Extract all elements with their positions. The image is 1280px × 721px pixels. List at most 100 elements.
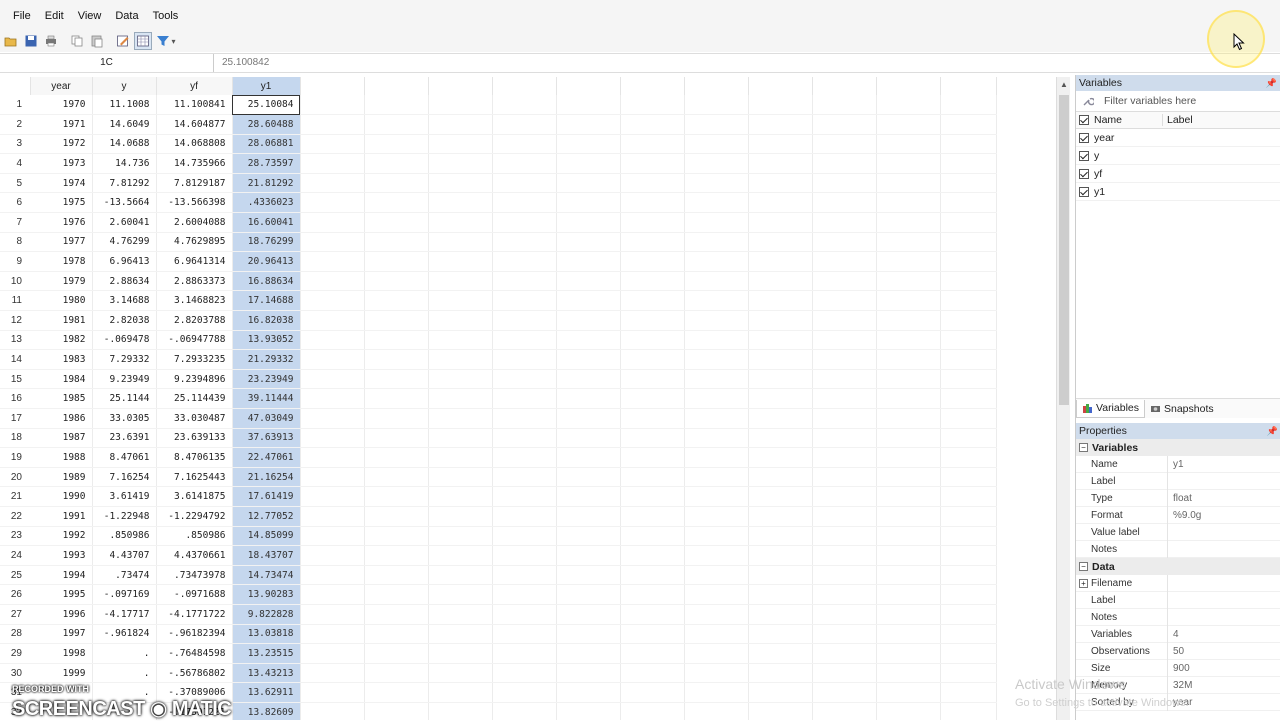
- cell-yf[interactable]: 4.4370661: [156, 545, 233, 566]
- empty-cell[interactable]: [620, 506, 685, 527]
- empty-cell[interactable]: [364, 447, 429, 468]
- cell-yf[interactable]: 23.639133: [156, 428, 233, 449]
- empty-cell[interactable]: [300, 447, 365, 468]
- empty-cell[interactable]: [748, 388, 813, 409]
- cell-year[interactable]: 1986: [30, 408, 93, 429]
- empty-cell[interactable]: [940, 447, 997, 468]
- cell-y[interactable]: -.097169: [92, 584, 157, 605]
- cell-year[interactable]: 1984: [30, 369, 93, 390]
- empty-cell[interactable]: [876, 526, 941, 547]
- cell-y1[interactable]: 39.11444: [232, 388, 301, 409]
- property-row[interactable]: Size 900: [1076, 659, 1280, 677]
- empty-cell[interactable]: [620, 447, 685, 468]
- empty-cell[interactable]: [364, 624, 429, 645]
- cell-y[interactable]: .: [92, 643, 157, 664]
- empty-cell[interactable]: [364, 584, 429, 605]
- empty-cell[interactable]: [684, 447, 749, 468]
- empty-cell[interactable]: [620, 408, 685, 429]
- cell-y1[interactable]: 17.61419: [232, 486, 301, 507]
- empty-cell[interactable]: [748, 526, 813, 547]
- empty-cell[interactable]: [876, 682, 941, 703]
- empty-cell[interactable]: [684, 702, 749, 720]
- cell-y1[interactable]: 13.93052: [232, 330, 301, 351]
- cell-year[interactable]: 1974: [30, 173, 93, 194]
- table-row[interactable]: 12 1981 2.82038 2.8203788 16.82038: [0, 310, 997, 331]
- empty-cell[interactable]: [300, 545, 365, 566]
- empty-cell[interactable]: [364, 467, 429, 488]
- empty-cell[interactable]: [748, 565, 813, 586]
- cell-yf[interactable]: 6.9641314: [156, 251, 233, 272]
- empty-cell[interactable]: [876, 114, 941, 135]
- empty-cell[interactable]: [684, 114, 749, 135]
- cell-y[interactable]: 23.6391: [92, 428, 157, 449]
- empty-cell[interactable]: [812, 232, 877, 253]
- empty-cell[interactable]: [556, 526, 621, 547]
- property-row[interactable]: Label: [1076, 591, 1280, 609]
- empty-cell[interactable]: [300, 682, 365, 703]
- empty-cell[interactable]: [556, 604, 621, 625]
- empty-cell[interactable]: [492, 702, 557, 720]
- empty-cell[interactable]: [620, 467, 685, 488]
- empty-cell[interactable]: [492, 663, 557, 684]
- empty-cell[interactable]: [748, 349, 813, 370]
- property-row[interactable]: Label: [1076, 472, 1280, 490]
- table-row[interactable]: 5 1974 7.81292 7.8129187 21.81292: [0, 173, 997, 194]
- empty-cell[interactable]: [364, 506, 429, 527]
- pin-icon[interactable]: 📌: [1266, 75, 1277, 91]
- empty-cell[interactable]: [876, 271, 941, 292]
- variable-checkbox[interactable]: [1079, 132, 1089, 143]
- empty-cell[interactable]: [876, 330, 941, 351]
- property-row[interactable]: Name y1: [1076, 455, 1280, 473]
- empty-cell[interactable]: [556, 428, 621, 449]
- empty-cell[interactable]: [876, 604, 941, 625]
- cell-value-field[interactable]: 25.100842: [218, 54, 1068, 72]
- menu-file[interactable]: File: [6, 0, 38, 32]
- empty-cell[interactable]: [748, 95, 813, 116]
- empty-cell[interactable]: [556, 153, 621, 174]
- label-column-header[interactable]: Label: [1162, 114, 1193, 126]
- cell-yf[interactable]: 11.100841: [156, 95, 233, 116]
- empty-cell[interactable]: [428, 624, 493, 645]
- cell-year[interactable]: 1994: [30, 565, 93, 586]
- empty-cell[interactable]: [556, 624, 621, 645]
- empty-cell[interactable]: [812, 388, 877, 409]
- table-row[interactable]: 22 1991 -1.22948 -1.2294792 12.77052: [0, 506, 997, 527]
- empty-cell[interactable]: [300, 584, 365, 605]
- empty-cell[interactable]: [940, 290, 997, 312]
- empty-cell[interactable]: [940, 271, 997, 292]
- empty-cell[interactable]: [620, 290, 685, 312]
- cell-y1[interactable]: 16.82038: [232, 310, 301, 331]
- empty-cell[interactable]: [684, 134, 749, 155]
- properties-section-variables[interactable]: − Variables: [1076, 439, 1280, 456]
- empty-cell[interactable]: [428, 153, 493, 174]
- empty-cell[interactable]: [492, 565, 557, 586]
- cell-y[interactable]: 7.29332: [92, 349, 157, 370]
- cell-ref-field[interactable]: 1C: [0, 54, 214, 72]
- empty-cell[interactable]: [748, 369, 813, 390]
- empty-cell[interactable]: [812, 153, 877, 174]
- cell-y1[interactable]: 21.29332: [232, 349, 301, 370]
- empty-cell[interactable]: [300, 95, 365, 116]
- empty-cell[interactable]: [300, 271, 365, 292]
- empty-cell[interactable]: [364, 251, 429, 272]
- empty-cell[interactable]: [812, 486, 877, 507]
- empty-cell[interactable]: [556, 467, 621, 488]
- cell-y1[interactable]: 13.43213: [232, 663, 301, 684]
- empty-cell[interactable]: [492, 212, 557, 233]
- cell-y[interactable]: .: [92, 663, 157, 684]
- empty-cell[interactable]: [876, 369, 941, 390]
- cell-y1[interactable]: 23.23949: [232, 369, 301, 390]
- empty-cell[interactable]: [748, 330, 813, 351]
- empty-cell[interactable]: [428, 251, 493, 272]
- empty-cell[interactable]: [748, 506, 813, 527]
- cell-y1[interactable]: 13.23515: [232, 643, 301, 664]
- empty-cell[interactable]: [364, 310, 429, 331]
- empty-cell[interactable]: [620, 251, 685, 272]
- variable-checkbox[interactable]: [1079, 186, 1089, 197]
- empty-cell[interactable]: [556, 545, 621, 566]
- empty-cell[interactable]: [684, 330, 749, 351]
- empty-cell[interactable]: [556, 271, 621, 292]
- empty-cell[interactable]: [620, 428, 685, 449]
- cell-yf[interactable]: 14.604877: [156, 114, 233, 135]
- cell-year[interactable]: 1976: [30, 212, 93, 233]
